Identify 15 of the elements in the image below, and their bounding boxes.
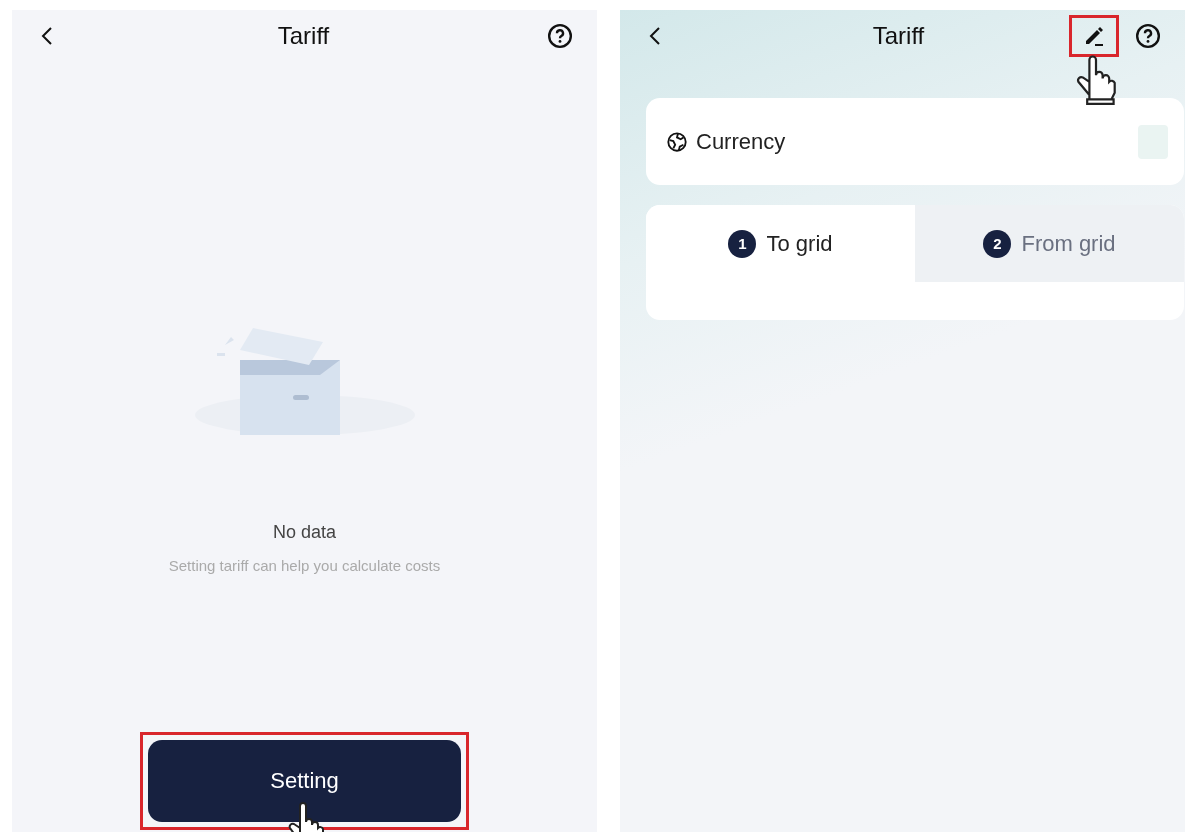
help-icon[interactable] bbox=[1135, 23, 1161, 49]
screen-title: Tariff bbox=[871, 22, 926, 50]
empty-state-heading: No data bbox=[272, 522, 336, 543]
empty-state-message: Setting tariff can help you calculate costs bbox=[168, 557, 441, 574]
screen-title: Tariff bbox=[276, 22, 331, 50]
currency-label: Currency bbox=[696, 128, 786, 155]
globe-icon bbox=[666, 130, 688, 153]
setting-button[interactable]: Setting bbox=[148, 740, 461, 822]
step-number-badge: 1 bbox=[728, 229, 757, 258]
currency-card[interactable]: Currency bbox=[646, 98, 1184, 185]
tab-label: To grid bbox=[766, 230, 833, 257]
tab-label: From grid bbox=[1021, 230, 1116, 257]
step-number-badge: 2 bbox=[983, 229, 1012, 258]
help-icon[interactable] bbox=[547, 23, 573, 49]
tab[interactable]: 2 From grid bbox=[915, 205, 1184, 282]
